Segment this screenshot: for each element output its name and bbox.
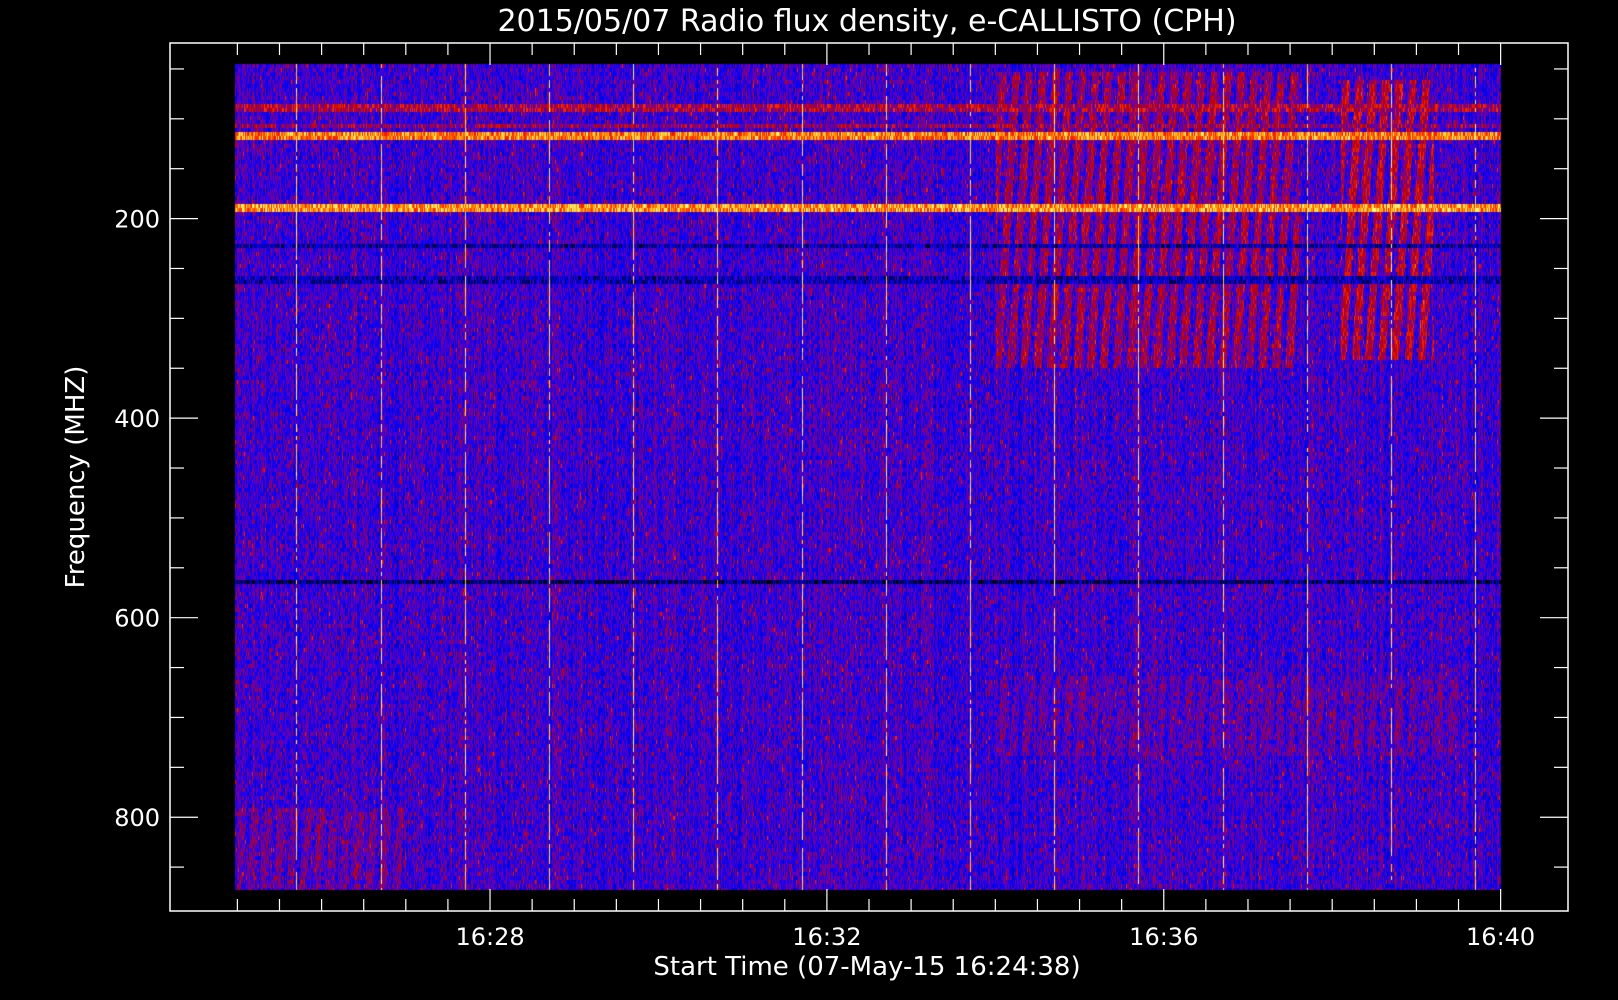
x-tick-label: 16:40 xyxy=(1466,923,1535,951)
x-tick-label: 16:28 xyxy=(455,923,524,951)
x-axis: 16:28 16:32 16:36 16:40 xyxy=(236,43,1535,951)
y-tick-label: 800 xyxy=(114,804,160,832)
x-tick-label: 16:32 xyxy=(792,923,861,951)
y-axis-label: Frequency (MHZ) xyxy=(61,366,91,589)
y-tick-label: 200 xyxy=(114,206,160,234)
plot-frame xyxy=(169,42,1569,912)
x-tick-label: 16:36 xyxy=(1129,923,1198,951)
axes: 2015/05/07 Radio flux density, e-CALLIST… xyxy=(61,4,1569,982)
x-axis-label: Start Time (07-May-15 16:24:38) xyxy=(653,952,1080,982)
y-tick-label: 600 xyxy=(114,605,160,633)
y-axis: 200 400 600 800 xyxy=(114,68,1568,868)
y-tick-label: 400 xyxy=(114,405,160,433)
chart-title: 2015/05/07 Radio flux density, e-CALLIST… xyxy=(497,4,1236,39)
spectrogram-figure: 2015/05/07 Radio flux density, e-CALLIST… xyxy=(0,0,1618,1000)
